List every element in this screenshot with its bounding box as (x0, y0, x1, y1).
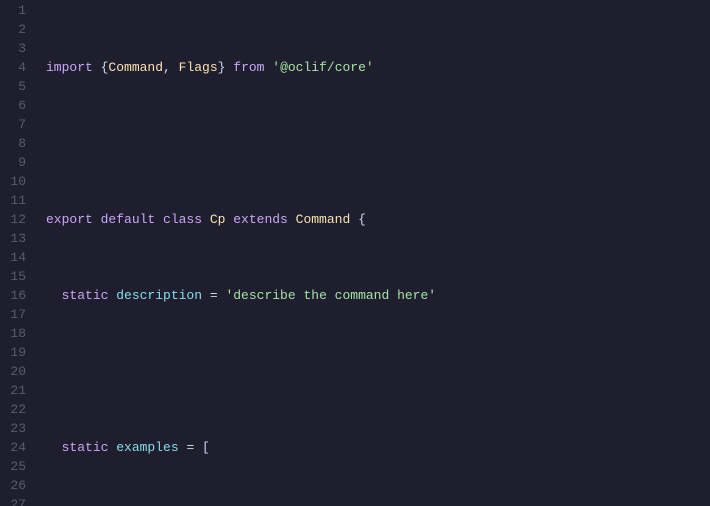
code-line-5 (46, 362, 710, 381)
code-area: 1 2 3 4 5 6 7 8 9 10 11 12 13 14 15 16 1… (0, 0, 710, 506)
code-line-6: static examples = [ (46, 438, 710, 457)
code-content[interactable]: import {Command, Flags} from '@oclif/cor… (36, 0, 710, 506)
code-line-1: import {Command, Flags} from '@oclif/cor… (46, 58, 710, 77)
code-line-3: export default class Cp extends Command … (46, 210, 710, 229)
line-numbers: 1 2 3 4 5 6 7 8 9 10 11 12 13 14 15 16 1… (0, 0, 36, 506)
code-line-4: static description = 'describe the comma… (46, 286, 710, 305)
code-line-2 (46, 134, 710, 153)
code-editor: 1 2 3 4 5 6 7 8 9 10 11 12 13 14 15 16 1… (0, 0, 710, 506)
